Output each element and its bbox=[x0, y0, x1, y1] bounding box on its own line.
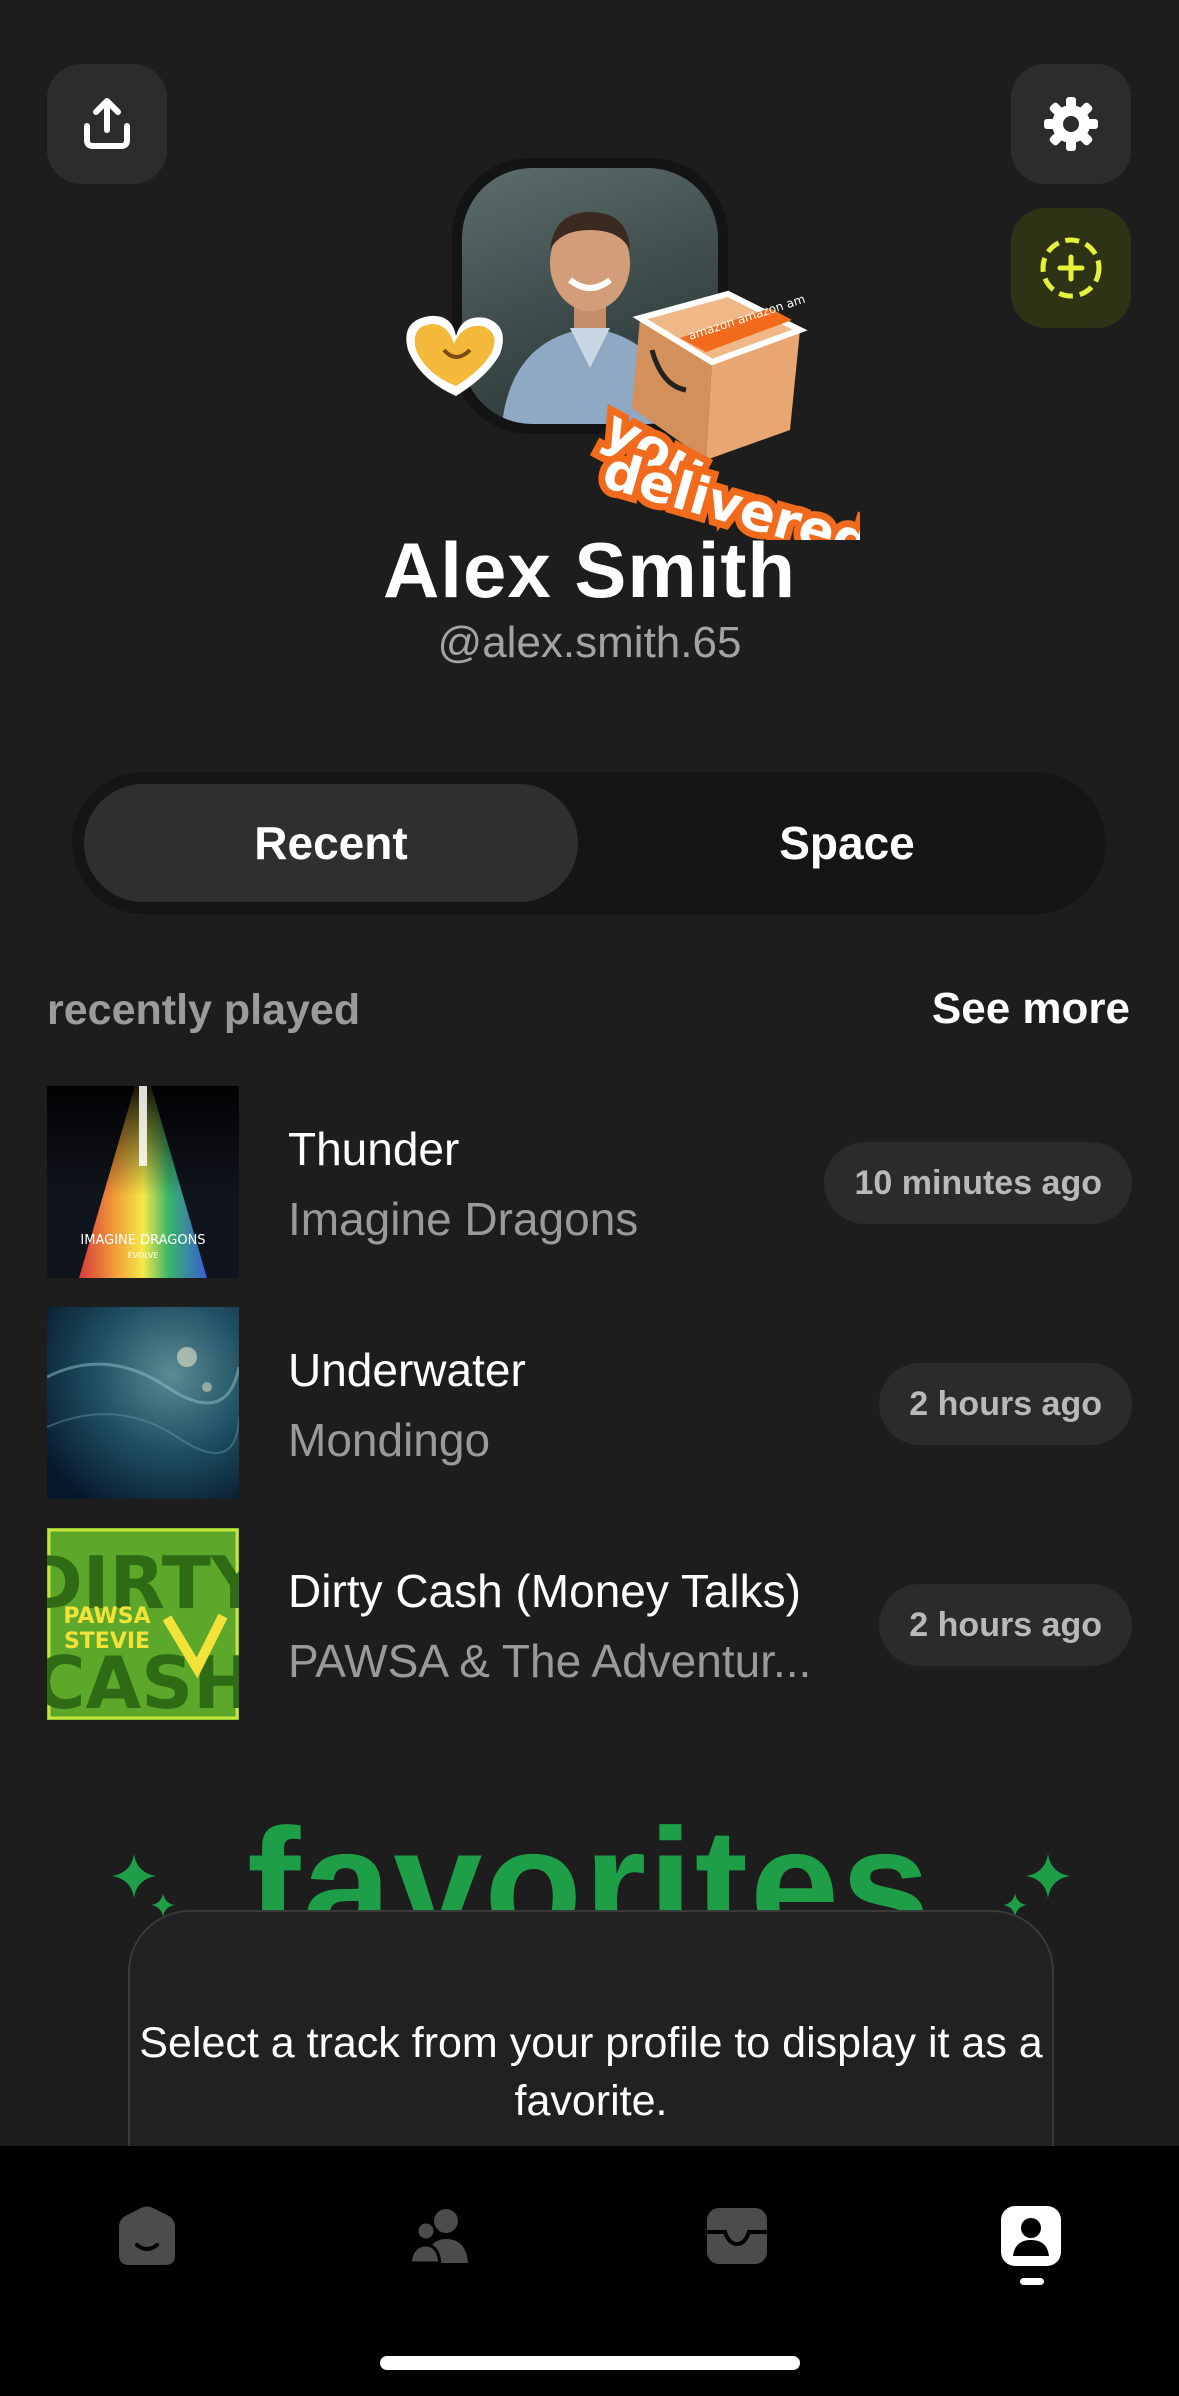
track-artist: Imagine Dragons bbox=[288, 1193, 639, 1245]
track-title: Underwater bbox=[288, 1344, 526, 1396]
share-button[interactable] bbox=[47, 64, 167, 184]
settings-button[interactable] bbox=[1011, 64, 1131, 184]
nav-profile[interactable] bbox=[991, 2196, 1071, 2276]
svg-text:PAWSA: PAWSA bbox=[63, 1604, 150, 1629]
album-cover: IMAGINE DRAGONS EVOLVE bbox=[47, 1086, 239, 1278]
track-artist: PAWSA & The Adventur... bbox=[288, 1635, 812, 1687]
add-status-button[interactable] bbox=[1011, 208, 1131, 328]
see-more-link[interactable]: See more bbox=[932, 984, 1130, 1034]
nav-friends[interactable] bbox=[400, 2196, 480, 2276]
home-indicator[interactable] bbox=[380, 2356, 800, 2370]
bottom-nav bbox=[0, 2146, 1179, 2396]
avatar-stickers: amazon amazon am you you delivered deliv… bbox=[390, 290, 885, 581]
svg-text:EVOLVE: EVOLVE bbox=[128, 1251, 159, 1260]
inbox-icon bbox=[707, 2208, 767, 2264]
nav-inbox[interactable] bbox=[697, 2196, 777, 2276]
svg-text:STEVIE: STEVIE bbox=[64, 1629, 150, 1654]
add-circle-icon bbox=[1040, 237, 1102, 299]
album-cover: DIRTY CASH PAWSA STEVIE bbox=[47, 1528, 239, 1720]
track-title: Thunder bbox=[288, 1123, 460, 1175]
profile-handle: @alex.smith.65 bbox=[437, 618, 742, 667]
played-time-badge: 2 hours ago bbox=[879, 1363, 1132, 1445]
track-row[interactable]: Underwater Mondingo 2 hours ago bbox=[47, 1307, 1132, 1499]
track-artist: Mondingo bbox=[288, 1414, 491, 1466]
tab-recent[interactable]: Recent bbox=[84, 784, 578, 902]
gear-icon bbox=[1044, 97, 1098, 151]
profile-icon bbox=[1001, 2206, 1061, 2266]
nav-home[interactable] bbox=[107, 2196, 187, 2276]
heart-hands-sticker bbox=[406, 315, 503, 396]
section-title: recently played bbox=[47, 986, 361, 1034]
svg-text:IMAGINE DRAGONS: IMAGINE DRAGONS bbox=[80, 1233, 205, 1248]
segmented-tabs: Recent Space bbox=[72, 772, 1106, 914]
track-row[interactable]: IMAGINE DRAGONS EVOLVE Thunder Imagine D… bbox=[47, 1086, 1132, 1278]
sparkle-icon bbox=[1026, 1854, 1070, 1898]
home-icon bbox=[119, 2206, 175, 2265]
favorite-placeholder-card[interactable]: Select a track from your profile to disp… bbox=[128, 1910, 1054, 2172]
track-row[interactable]: DIRTY CASH PAWSA STEVIE Dirty Cash (Mone… bbox=[47, 1528, 1132, 1720]
played-time-badge: 10 minutes ago bbox=[824, 1142, 1132, 1224]
favorite-placeholder-text: Select a track from your profile to disp… bbox=[139, 2019, 1043, 2125]
share-icon bbox=[84, 98, 130, 149]
friends-icon bbox=[408, 2209, 468, 2265]
tab-space[interactable]: Space bbox=[600, 784, 1094, 902]
profile-name: Alex Smith bbox=[382, 526, 797, 614]
track-title: Dirty Cash (Money Talks) bbox=[288, 1565, 801, 1617]
album-cover bbox=[47, 1307, 239, 1499]
played-time-badge: 2 hours ago bbox=[879, 1584, 1132, 1666]
active-tab-indicator bbox=[1020, 2278, 1044, 2285]
